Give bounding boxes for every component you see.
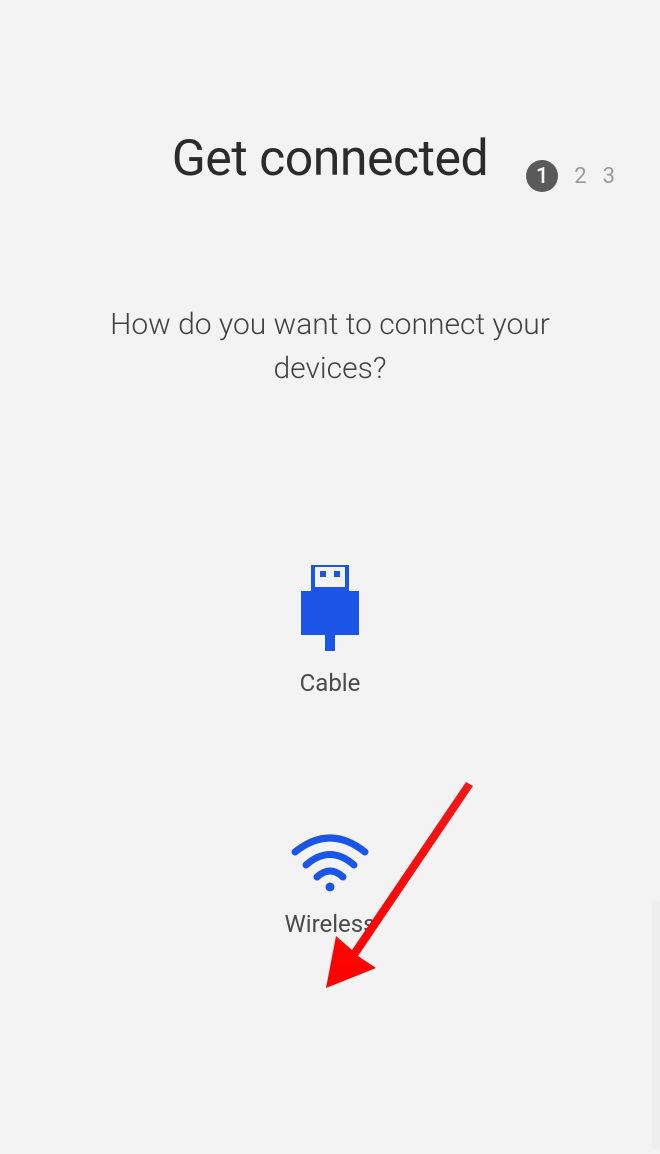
scrollbar xyxy=(652,900,660,1150)
step-indicator: 1 2 3 xyxy=(526,160,615,192)
step-2: 2 xyxy=(574,164,586,189)
page-subtitle: How do you want to connect your devices? xyxy=(0,303,660,390)
step-3: 3 xyxy=(603,164,615,189)
wifi-icon xyxy=(290,832,370,896)
cable-option[interactable]: Cable xyxy=(300,565,361,697)
cable-icon xyxy=(301,565,359,655)
wireless-label: Wireless xyxy=(284,910,375,938)
step-1: 1 xyxy=(526,160,558,192)
cable-label: Cable xyxy=(300,669,361,697)
wireless-option[interactable]: Wireless xyxy=(284,832,375,938)
connection-options: Cable Wireless xyxy=(0,565,660,938)
